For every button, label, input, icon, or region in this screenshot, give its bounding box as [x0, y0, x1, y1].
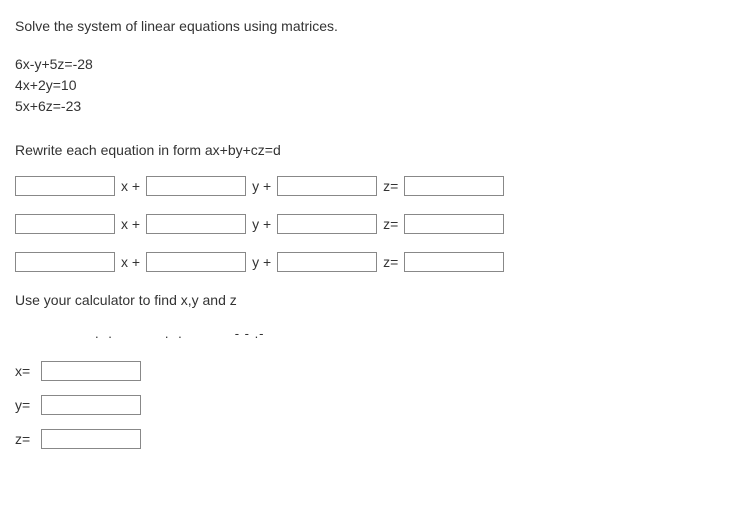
r1-b-input[interactable]: [146, 176, 246, 196]
op-zeq: z=: [383, 254, 398, 270]
op-zeq: z=: [383, 216, 398, 232]
equation-3: 5x+6z=-23: [15, 96, 732, 117]
answer-x-input[interactable]: [41, 361, 141, 381]
r1-c-input[interactable]: [277, 176, 377, 196]
r3-a-input[interactable]: [15, 252, 115, 272]
op-yplus: y +: [252, 178, 271, 194]
r3-c-input[interactable]: [277, 252, 377, 272]
instruction-calc: Use your calculator to find x,y and z: [15, 292, 732, 308]
equations-block: 6x-y+5z=-28 4x+2y=10 5x+6z=-23: [15, 54, 732, 117]
r3-b-input[interactable]: [146, 252, 246, 272]
coeff-row-3: x + y + z=: [15, 252, 732, 272]
op-xplus: x +: [121, 254, 140, 270]
coeff-row-1: x + y + z=: [15, 176, 732, 196]
coeff-row-2: x + y + z=: [15, 214, 732, 234]
answer-y-row: y=: [15, 395, 732, 415]
op-yplus: y +: [252, 254, 271, 270]
separator-dots: . .. .- - .-: [15, 326, 732, 341]
op-zeq: z=: [383, 178, 398, 194]
answer-z-input[interactable]: [41, 429, 141, 449]
answer-z-row: z=: [15, 429, 732, 449]
answer-x-row: x=: [15, 361, 732, 381]
equation-2: 4x+2y=10: [15, 75, 732, 96]
r1-a-input[interactable]: [15, 176, 115, 196]
op-xplus: x +: [121, 216, 140, 232]
label-y: y=: [15, 397, 37, 413]
instruction-rewrite: Rewrite each equation in form ax+by+cz=d: [15, 142, 732, 158]
r2-c-input[interactable]: [277, 214, 377, 234]
op-xplus: x +: [121, 178, 140, 194]
r2-b-input[interactable]: [146, 214, 246, 234]
answer-y-input[interactable]: [41, 395, 141, 415]
label-x: x=: [15, 363, 37, 379]
r1-d-input[interactable]: [404, 176, 504, 196]
r2-d-input[interactable]: [404, 214, 504, 234]
problem-title: Solve the system of linear equations usi…: [15, 18, 732, 34]
op-yplus: y +: [252, 216, 271, 232]
r3-d-input[interactable]: [404, 252, 504, 272]
equation-1: 6x-y+5z=-28: [15, 54, 732, 75]
r2-a-input[interactable]: [15, 214, 115, 234]
label-z: z=: [15, 431, 37, 447]
